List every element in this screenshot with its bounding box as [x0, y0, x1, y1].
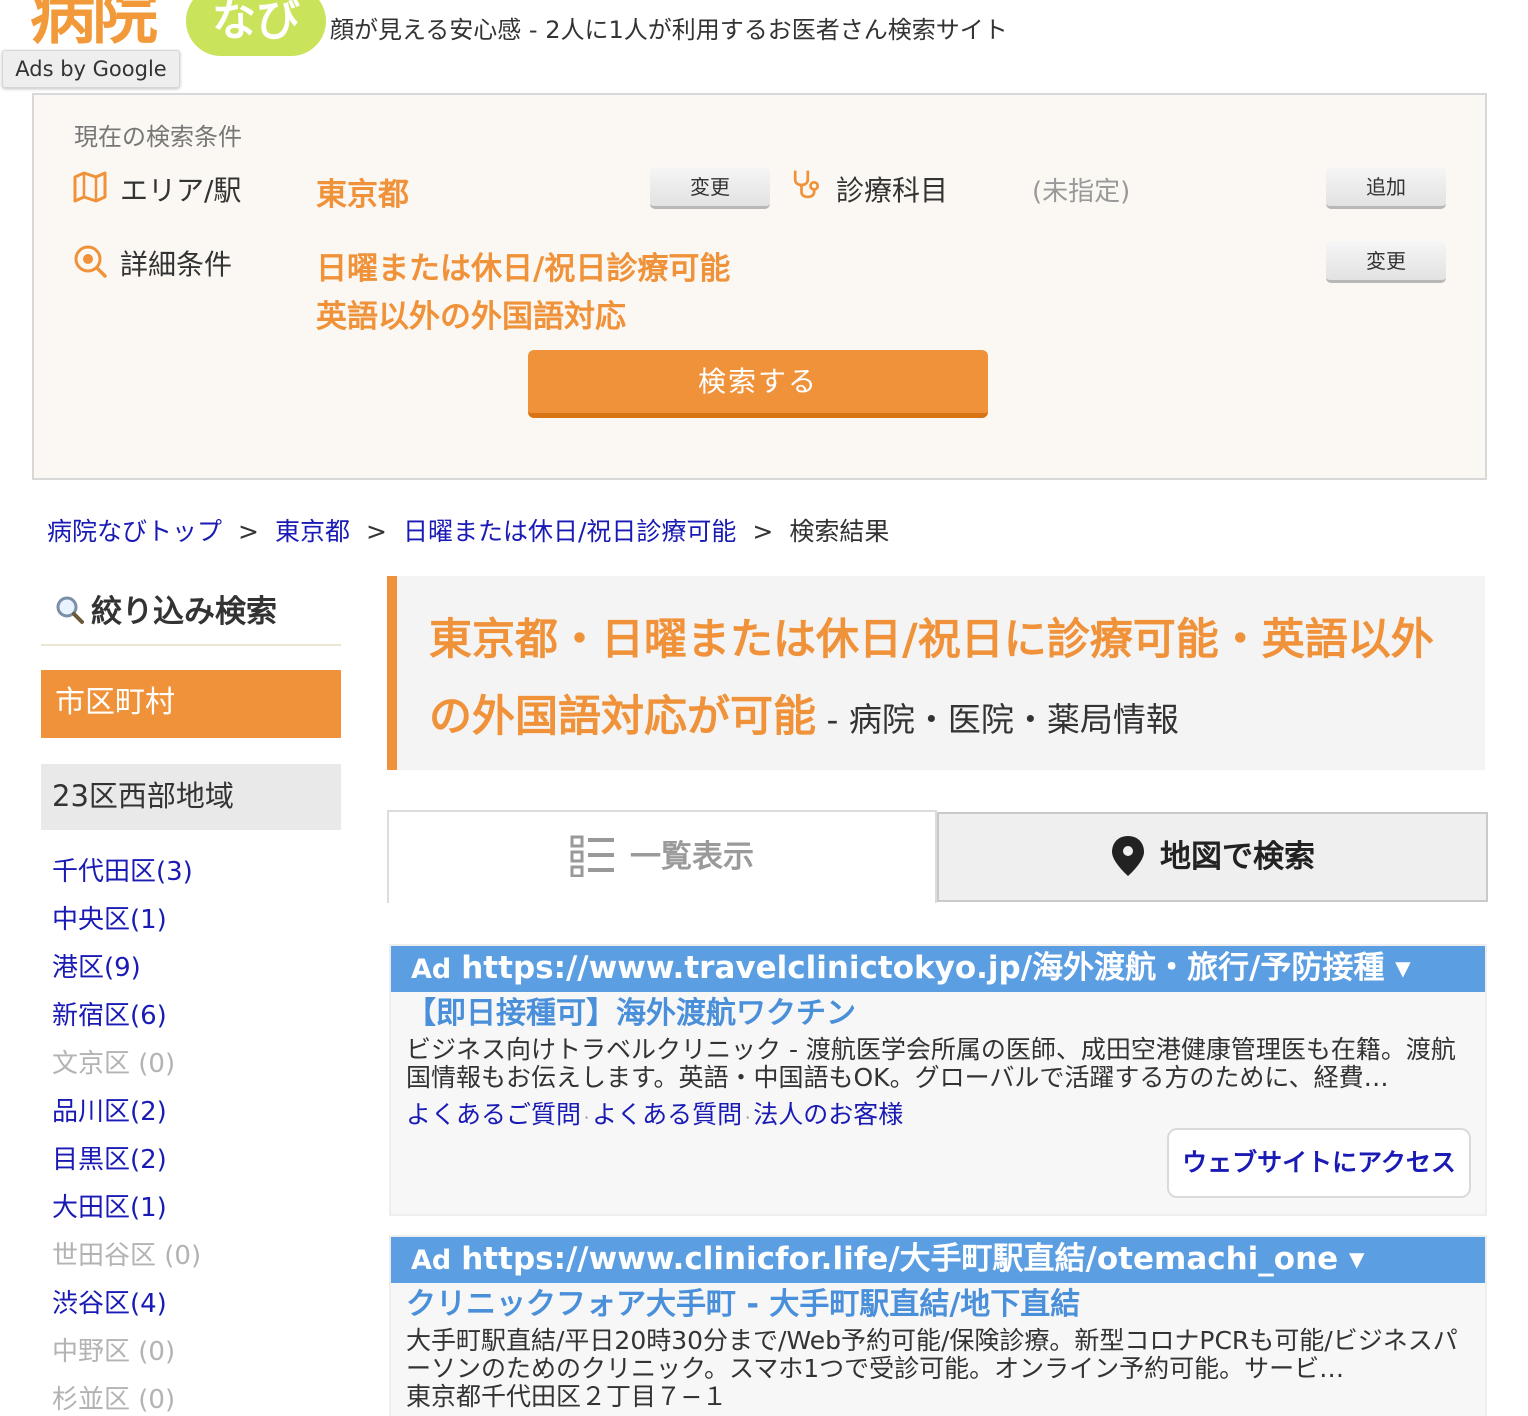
magnifier-icon — [56, 596, 84, 624]
ad-title[interactable]: クリニックフォア大手町 - 大手町駅直結/地下直結 — [391, 1285, 1485, 1325]
list-icon — [570, 835, 614, 877]
ad-mark: Ad — [411, 954, 452, 985]
results-heading: 東京都・日曜または休日/祝日に診療可能・英語以外の外国語対応が可能 - 病院・医… — [429, 606, 1469, 760]
sidebar-divider — [41, 644, 341, 646]
breadcrumb-sunday[interactable]: 日曜または休日/祝日診療可能 — [403, 517, 736, 546]
ward-item[interactable]: 品川区(2) — [52, 1092, 201, 1140]
detail-label: 詳細条件 — [120, 248, 233, 281]
breadcrumb-separator: > — [752, 517, 774, 546]
department-value: (未指定) — [1032, 177, 1131, 207]
ad-url-bar[interactable]: Ad https://www.travelclinictokyo.jp/海外渡航・… — [391, 946, 1485, 992]
logo-navi-badge: なび — [186, 0, 326, 56]
region-header[interactable]: 23区西部地域 — [41, 764, 341, 830]
tab-list-view[interactable]: 一覧表示 — [387, 810, 937, 903]
tab-list-label: 一覧表示 — [630, 839, 754, 875]
ad-sitelink-questions[interactable]: よくある質問 — [592, 1100, 742, 1129]
map-pin-icon — [1112, 835, 1144, 876]
ad-card: Ad https://www.clinicfor.life/大手町駅直結/otem… — [389, 1235, 1487, 1416]
ward-item[interactable]: 新宿区(6) — [52, 996, 201, 1044]
ad-card: Ad https://www.travelclinictokyo.jp/海外渡航・… — [389, 944, 1487, 1216]
ward-item[interactable]: 港区(9) — [52, 948, 201, 996]
breadcrumb-home[interactable]: 病院なびトップ — [47, 517, 222, 546]
detail-search-icon — [74, 245, 107, 278]
department-label: 診療科目 — [836, 174, 949, 207]
refine-search-title: 絞り込み検索 — [55, 586, 277, 631]
ad-sitelink-faq[interactable]: よくあるご質問 — [406, 1100, 581, 1129]
sitelink-dot-separator: · — [745, 1108, 751, 1127]
refine-search-label: 絞り込み検索 — [91, 594, 277, 630]
tab-map-search[interactable]: 地図で検索 — [937, 812, 1488, 902]
ward-item[interactable]: 大田区(1) — [52, 1188, 201, 1236]
change-area-button[interactable]: 変更 — [650, 167, 770, 209]
ward-item: 杉並区 (0) — [52, 1385, 176, 1415]
ward-item[interactable]: 目黒区(2) — [52, 1140, 201, 1188]
ward-item: 文京区 (0) — [52, 1049, 176, 1079]
results-heading-dash: - — [816, 700, 849, 739]
detail-value-sunday: 日曜または休日/祝日診療可能 — [316, 251, 731, 287]
ward-item[interactable]: 千代田区(3) — [52, 852, 201, 900]
ad-url: https://www.clinicfor.life/大手町駅直結/otemac… — [461, 1241, 1365, 1277]
stethoscope-icon — [793, 170, 820, 199]
ad-description: ビジネス向けトラベルクリニック - 渡航医学会所属の医師、成田空港健康管理医も在… — [406, 1035, 1456, 1092]
add-department-button[interactable]: 追加 — [1326, 167, 1446, 209]
search-conditions-panel: 現在の検索条件 エリア/駅 東京都 変更 診療科目 (未指定) 追加 詳細条件 … — [32, 93, 1487, 480]
breadcrumb-tokyo[interactable]: 東京都 — [275, 517, 350, 546]
ward-list: 千代田区(3) 中央区(1) 港区(9) 新宿区(6) 文京区 (0) 品川区(2) 目黒区… — [52, 852, 201, 1416]
breadcrumb-separator: > — [365, 517, 387, 546]
map-icon — [73, 171, 107, 203]
search-button[interactable]: 検索する — [528, 350, 988, 418]
ads-by-google-label[interactable]: Ads by Google — [2, 50, 180, 88]
site-tagline: 顔が見える安心感 - 2人に1人が利用するお医者さん検索サイト — [330, 16, 1008, 44]
ad-sitelink-corporate[interactable]: 法人のお客様 — [753, 1100, 903, 1129]
ad-address: 東京都千代田区２丁目７−１ — [406, 1382, 727, 1411]
results-heading-box: 東京都・日曜または休日/祝日に診療可能・英語以外の外国語対応が可能 - 病院・医… — [387, 576, 1485, 770]
detail-value-language: 英語以外の外国語対応 — [316, 299, 626, 335]
ad-description: 大手町駅直結/平日20時30分まで/Web予約可能/保険診療。新型コロナPCRも… — [406, 1326, 1458, 1383]
tab-map-label: 地図で検索 — [1160, 839, 1315, 875]
breadcrumb-separator: > — [238, 517, 259, 546]
ad-url: https://www.travelclinictokyo.jp/海外渡航・旅行… — [461, 950, 1411, 986]
sitelink-dot-separator: · — [584, 1108, 590, 1127]
ward-item: 世田谷区 (0) — [52, 1241, 202, 1271]
conditions-title: 現在の検索条件 — [74, 123, 242, 151]
ad-mark: Ad — [411, 1245, 452, 1276]
breadcrumb-current: 検索結果 — [789, 517, 890, 546]
ward-item[interactable]: 中央区(1) — [52, 900, 201, 948]
results-heading-subtitle: 病院・医院・薬局情報 — [848, 700, 1179, 739]
ward-item: 中野区 (0) — [52, 1337, 176, 1367]
ad-url-bar[interactable]: Ad https://www.clinicfor.life/大手町駅直結/otem… — [391, 1237, 1485, 1283]
ward-item[interactable]: 渋谷区(4) — [52, 1284, 201, 1332]
area-label: エリア/駅 — [120, 174, 242, 207]
municipality-header: 市区町村 — [41, 670, 341, 738]
visit-website-button[interactable]: ウェブサイトにアクセス — [1167, 1128, 1471, 1198]
breadcrumb: 病院なびトップ > 東京都 > 日曜または休日/祝日診療可能 > 検索結果 — [47, 512, 889, 548]
change-detail-button[interactable]: 変更 — [1326, 241, 1446, 283]
area-value: 東京都 — [316, 177, 409, 213]
ad-title[interactable]: 【即日接種可】海外渡航ワクチン — [391, 994, 1485, 1034]
